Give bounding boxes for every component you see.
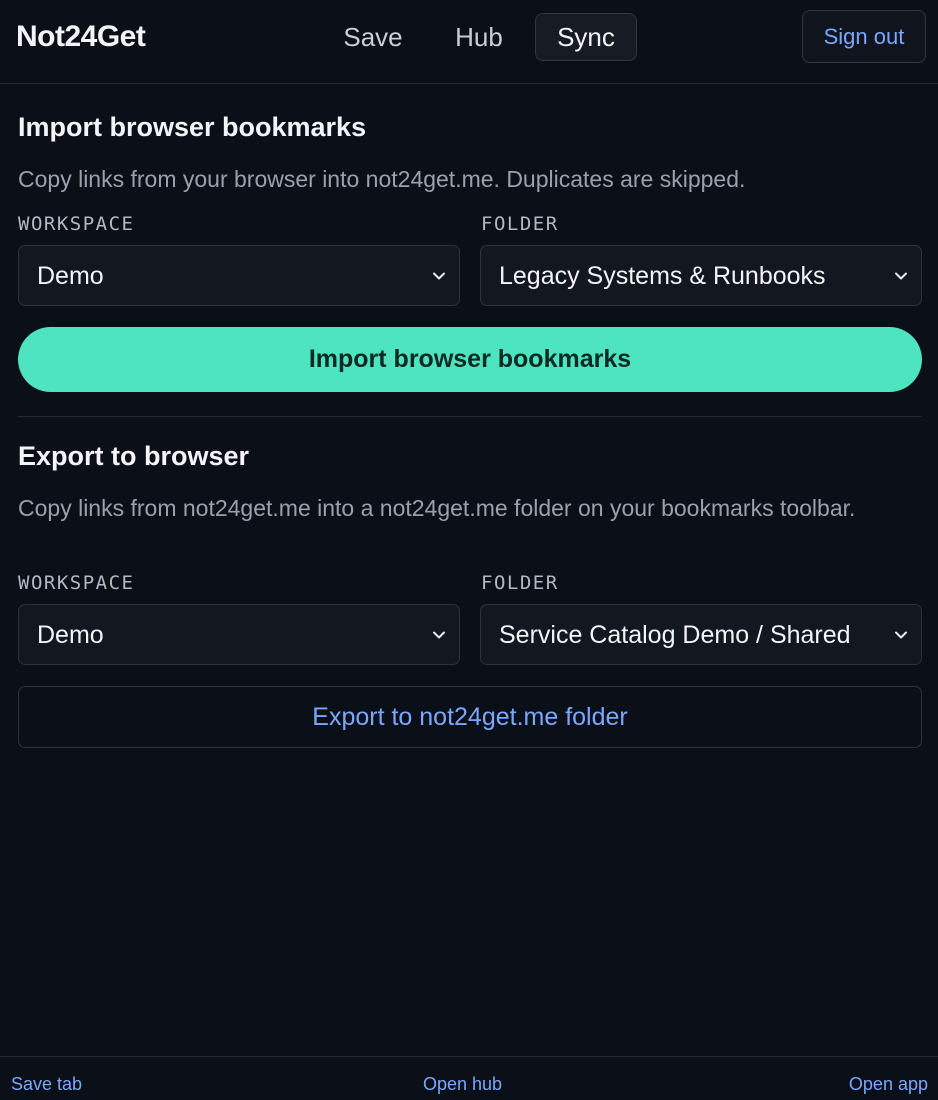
import-section-title: Import browser bookmarks: [18, 112, 367, 142]
import-folder-select[interactable]: Legacy Systems & Runbooks: [480, 245, 922, 306]
import-folder-label: FOLDER: [481, 213, 559, 235]
export-section-title: Export to browser: [18, 441, 250, 471]
app-footer: Save tab Open hub Open app: [0, 1056, 938, 1100]
app-header: Not24Get Save Hub Sync Sign out: [0, 0, 938, 84]
tab-save[interactable]: Save: [328, 13, 418, 61]
section-divider: [18, 416, 922, 417]
chevron-down-icon: [895, 272, 907, 280]
main-nav: Save Hub Sync: [0, 0, 938, 84]
open-app-link[interactable]: Open app: [849, 1074, 928, 1095]
export-folder-select[interactable]: Service Catalog Demo / Shared: [480, 604, 922, 665]
chevron-down-icon: [433, 272, 445, 280]
save-tab-link[interactable]: Save tab: [11, 1074, 82, 1095]
sign-out-button[interactable]: Sign out: [802, 10, 926, 63]
tab-sync[interactable]: Sync: [535, 13, 637, 61]
export-workspace-value: Demo: [37, 621, 104, 649]
chevron-down-icon: [895, 631, 907, 639]
export-section-description: Copy links from not24get.me into a not24…: [18, 495, 856, 521]
chevron-down-icon: [433, 631, 445, 639]
import-section-description: Copy links from your browser into not24g…: [18, 166, 746, 192]
export-workspace-label: WORKSPACE: [18, 572, 135, 594]
tab-hub[interactable]: Hub: [440, 13, 518, 61]
import-workspace-label: WORKSPACE: [18, 213, 135, 235]
open-hub-link[interactable]: Open hub: [423, 1074, 502, 1095]
import-workspace-value: Demo: [37, 262, 104, 290]
export-folder-label: FOLDER: [481, 572, 559, 594]
export-to-folder-button[interactable]: Export to not24get.me folder: [18, 686, 922, 748]
export-workspace-select[interactable]: Demo: [18, 604, 460, 665]
import-folder-value: Legacy Systems & Runbooks: [499, 262, 826, 290]
export-folder-value: Service Catalog Demo / Shared: [499, 621, 851, 649]
import-bookmarks-button[interactable]: Import browser bookmarks: [18, 327, 922, 392]
import-workspace-select[interactable]: Demo: [18, 245, 460, 306]
